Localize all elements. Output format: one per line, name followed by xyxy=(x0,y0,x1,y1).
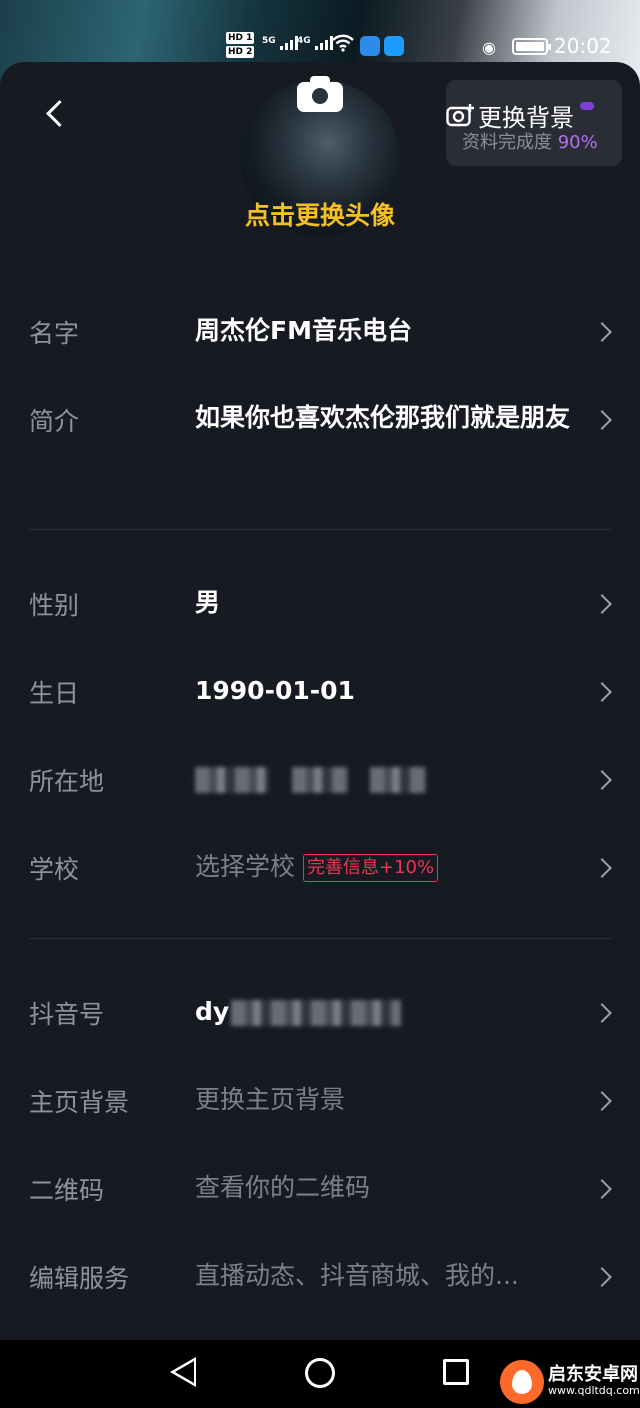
row-value: 更换主页背景 xyxy=(195,1085,346,1114)
eye-comfort-icon: ◉ xyxy=(482,38,496,57)
chevron-right-icon xyxy=(592,1179,612,1199)
row-gender[interactable]: 性别 男 xyxy=(0,578,640,638)
completion-label: 资料完成度 xyxy=(462,132,552,153)
site-watermark: 启东安卓网 www.qdltdq.com xyxy=(500,1356,640,1408)
blurred-region xyxy=(291,767,348,793)
blurred-region xyxy=(370,767,427,793)
row-label: 编辑服务 xyxy=(29,1264,130,1293)
row-value: 周杰伦FM音乐电台 xyxy=(195,316,412,345)
watermark-logo-icon xyxy=(500,1360,544,1404)
row-value: 如果你也喜欢杰伦那我们就是朋友 xyxy=(195,403,571,432)
chevron-right-icon xyxy=(592,770,612,790)
completion-value: 90% xyxy=(557,132,598,153)
signal-4g-icon: 4G xyxy=(297,36,333,50)
chevron-right-icon xyxy=(592,594,612,614)
row-value: 男 xyxy=(195,588,221,617)
status-bar: HD 1 HD 2 5G 4G ◉ 20:02 xyxy=(0,30,640,64)
signal-4g-label: 4G xyxy=(297,36,311,46)
sim1-label: HD 1 xyxy=(226,32,255,44)
row-value: 查看你的二维码 xyxy=(195,1173,371,1202)
watermark-url: www.qdltdq.com xyxy=(548,1384,640,1397)
watermark-name: 启东安卓网 xyxy=(548,1364,638,1385)
chevron-right-icon xyxy=(592,1091,612,1111)
row-label: 所在地 xyxy=(29,767,105,796)
chevron-right-icon xyxy=(592,1003,612,1023)
network-indicator: HD 1 HD 2 xyxy=(226,32,255,60)
school-placeholder: 选择学校 xyxy=(195,852,296,881)
row-home-background[interactable]: 主页背景 更换主页背景 xyxy=(0,1075,640,1135)
row-name[interactable]: 名字 周杰伦FM音乐电台 xyxy=(0,306,640,366)
row-location[interactable]: 所在地 xyxy=(0,754,640,814)
section-divider xyxy=(29,529,612,530)
battery-icon xyxy=(512,38,551,55)
nav-recent-apps-icon[interactable] xyxy=(443,1359,469,1385)
row-label: 学校 xyxy=(29,855,80,884)
row-value: 直播动态、抖音商城、我的... xyxy=(195,1261,519,1290)
notification-app-icon xyxy=(360,36,380,56)
profile-completion: 资料完成度 90% xyxy=(462,128,598,154)
clock: 20:02 xyxy=(554,34,612,58)
sim2-label: HD 2 xyxy=(226,46,255,58)
signal-5g-label: 5G xyxy=(262,36,276,46)
row-school[interactable]: 学校 选择学校 完善信息+10% xyxy=(0,842,640,902)
nav-home-icon[interactable] xyxy=(305,1358,335,1388)
chevron-right-icon xyxy=(592,1267,612,1287)
row-birthday[interactable]: 生日 1990-01-01 xyxy=(0,666,640,726)
chevron-right-icon xyxy=(592,322,612,342)
row-edit-services[interactable]: 编辑服务 直播动态、抖音商城、我的... xyxy=(0,1251,640,1311)
row-label: 抖音号 xyxy=(29,1000,105,1029)
row-label: 生日 xyxy=(29,679,80,708)
row-label: 简介 xyxy=(29,407,80,436)
row-label: 名字 xyxy=(29,319,80,348)
progress-pill xyxy=(580,102,594,110)
row-value: dy xyxy=(195,992,575,1032)
douyin-id-prefix: dy xyxy=(195,997,230,1026)
row-douyin-id[interactable]: 抖音号 dy xyxy=(0,987,640,1047)
back-button[interactable] xyxy=(38,94,78,134)
search-app-icon xyxy=(384,36,404,56)
change-avatar-link[interactable]: 点击更换头像 xyxy=(0,196,640,232)
wifi-icon xyxy=(332,34,354,52)
row-label: 主页背景 xyxy=(29,1088,130,1117)
blurred-region xyxy=(231,1000,402,1026)
row-value: 1990-01-01 xyxy=(195,676,355,705)
section-divider xyxy=(29,938,612,939)
row-label: 性别 xyxy=(29,591,80,620)
row-qr-code[interactable]: 二维码 查看你的二维码 xyxy=(0,1163,640,1223)
camera-icon[interactable] xyxy=(297,74,343,112)
row-bio[interactable]: 简介 如果你也喜欢杰伦那我们就是朋友 xyxy=(0,394,640,484)
chevron-right-icon xyxy=(592,858,612,878)
signal-5g-icon: 5G xyxy=(262,36,298,50)
blurred-region xyxy=(195,767,269,793)
camera-plus-icon xyxy=(446,104,474,127)
row-value: 选择学校 完善信息+10% xyxy=(195,847,575,887)
row-label: 二维码 xyxy=(29,1176,105,1205)
chevron-right-icon xyxy=(592,682,612,702)
change-background-button[interactable]: 更换背景 资料完成度 90% xyxy=(446,80,622,166)
bonus-badge: 完善信息+10% xyxy=(303,854,439,882)
row-value xyxy=(195,759,575,799)
chevron-right-icon xyxy=(592,410,612,430)
nav-back-icon[interactable] xyxy=(170,1357,196,1387)
